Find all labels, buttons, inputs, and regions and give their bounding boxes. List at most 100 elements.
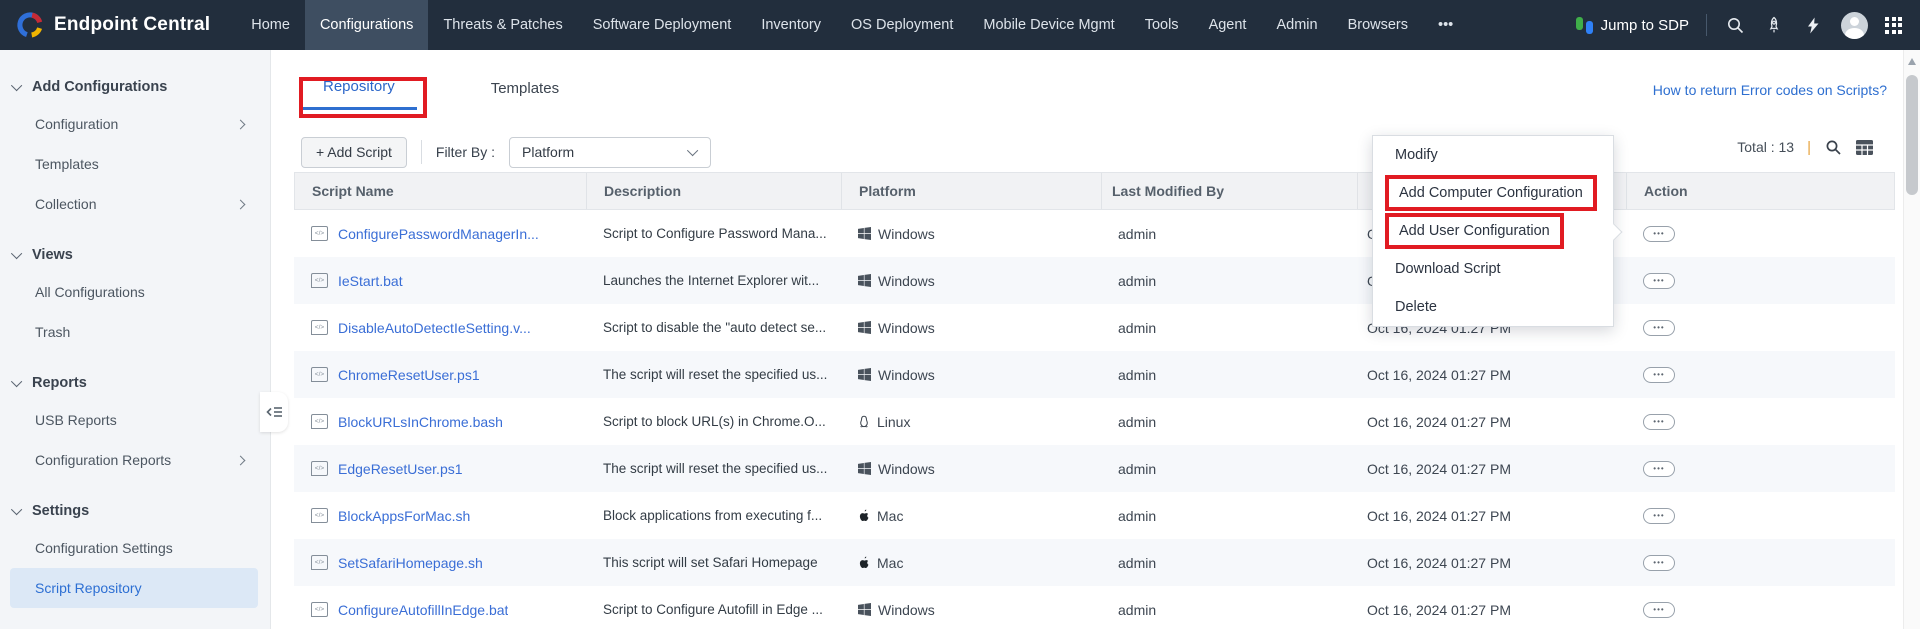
context-menu-item[interactable]: Add User Configuration <box>1373 212 1613 250</box>
user-avatar[interactable] <box>1841 12 1868 39</box>
nav-item[interactable]: ••• <box>1423 0 1468 50</box>
chevron-right-icon <box>236 199 246 209</box>
tab[interactable]: Templates <box>469 66 581 110</box>
nav-item[interactable]: Agent <box>1194 0 1262 50</box>
column-header: Script Name <box>295 173 587 209</box>
table-summary: Total : 13 | <box>1737 138 1873 156</box>
sidebar-item[interactable]: All Configurations <box>10 272 258 312</box>
script-name-link[interactable]: ChromeResetUser.ps1 <box>338 367 480 383</box>
chevron-down-icon <box>11 248 22 259</box>
nav-item[interactable]: Software Deployment <box>578 0 747 50</box>
sidebar-section-header[interactable]: Add Configurations <box>0 70 270 104</box>
apps-grid-icon[interactable] <box>1885 17 1902 34</box>
scrollbar-up-arrow[interactable] <box>1908 58 1916 65</box>
last-modified-by: admin <box>1101 304 1357 351</box>
add-script-button[interactable]: + Add Script <box>301 137 407 168</box>
brand[interactable]: Endpoint Central <box>0 0 236 50</box>
scripts-table: Script Name Description Platform Last Mo… <box>294 172 1895 633</box>
platform-label: Windows <box>878 273 935 289</box>
context-menu-item[interactable]: Add Computer Configuration <box>1373 174 1613 212</box>
script-file-icon <box>311 555 328 570</box>
sdp-icon <box>1576 17 1593 34</box>
sidebar-section-header[interactable]: Views <box>0 238 270 272</box>
sidebar-section: Add Configurations Configuration Templat… <box>0 70 270 224</box>
last-modified-by: admin <box>1101 539 1357 586</box>
script-name-link[interactable]: IeStart.bat <box>338 273 403 289</box>
nav-item[interactable]: Home <box>236 0 305 50</box>
script-file-icon <box>311 602 328 617</box>
search-icon[interactable] <box>1724 14 1746 36</box>
last-modified-on: Oct 16, 2024 01:27 PM <box>1357 398 1626 445</box>
toolbar-divider <box>421 140 422 164</box>
script-name-link[interactable]: DisableAutoDetectIeSetting.v... <box>338 320 531 336</box>
script-name-link[interactable]: BlockURLsInChrome.bash <box>338 414 503 430</box>
row-actions-ellipsis-button[interactable] <box>1643 602 1675 618</box>
row-actions-ellipsis-button[interactable] <box>1643 367 1675 383</box>
script-name-link[interactable]: BlockAppsForMac.sh <box>338 508 470 524</box>
nav-item[interactable]: Configurations <box>305 0 429 50</box>
chevron-right-icon <box>236 455 246 465</box>
script-file-icon <box>311 367 328 382</box>
table-search-icon[interactable] <box>1824 138 1842 156</box>
sidebar-collapse-toggle[interactable] <box>260 392 288 432</box>
nav-item[interactable]: Inventory <box>746 0 836 50</box>
sidebar-item[interactable]: Collection <box>10 184 258 224</box>
last-modified-on: Oct 16, 2024 01:27 PM <box>1357 586 1626 633</box>
row-actions-ellipsis-button[interactable] <box>1643 273 1675 289</box>
total-count-label: Total : 13 <box>1737 139 1794 155</box>
script-description: Script to disable the "auto detect se... <box>586 304 841 351</box>
sidebar-item[interactable]: Configuration Reports <box>10 440 258 480</box>
script-file-icon <box>311 320 328 335</box>
vertical-scrollbar <box>1903 50 1920 629</box>
whats-new-rocket-icon[interactable] <box>1763 14 1785 36</box>
row-actions-ellipsis-button[interactable] <box>1643 508 1675 524</box>
tab[interactable]: Repository <box>301 66 417 110</box>
main-content: Repository Templates How to return Error… <box>270 50 1903 629</box>
sidebar-section-header[interactable]: Settings <box>0 494 270 528</box>
apple-icon <box>858 556 870 570</box>
context-menu-item[interactable]: Modify <box>1373 136 1613 174</box>
sidebar-section: Settings Configuration Settings Script R… <box>0 494 270 608</box>
nav-item[interactable]: Mobile Device Mgmt <box>968 0 1129 50</box>
table-header-row: Script Name Description Platform Last Mo… <box>294 172 1895 210</box>
sidebar-item[interactable]: Configuration <box>10 104 258 144</box>
nav-item[interactable]: Admin <box>1261 0 1332 50</box>
windows-icon <box>858 603 871 616</box>
sidebar-section: Reports USB Reports Configuration Report… <box>0 366 270 480</box>
flash-lightning-icon[interactable] <box>1802 14 1824 36</box>
script-name-link[interactable]: SetSafariHomepage.sh <box>338 555 483 571</box>
column-chooser-icon[interactable] <box>1855 138 1873 156</box>
script-file-icon <box>311 273 328 288</box>
sidebar-item[interactable]: Configuration Settings <box>10 528 258 568</box>
row-actions-ellipsis-button[interactable] <box>1643 226 1675 242</box>
script-name-link[interactable]: ConfigurePasswordManagerIn... <box>338 226 539 242</box>
script-name-link[interactable]: ConfigureAutofillInEdge.bat <box>338 602 508 618</box>
row-actions-ellipsis-button[interactable] <box>1643 461 1675 477</box>
sidebar-item[interactable]: Templates <box>10 144 258 184</box>
jump-to-sdp-button[interactable]: Jump to SDP <box>1576 17 1689 34</box>
nav-item[interactable]: Threats & Patches <box>428 0 577 50</box>
nav-item[interactable]: Browsers <box>1333 0 1423 50</box>
platform-filter-dropdown[interactable]: Platform <box>509 137 711 168</box>
top-navbar: Endpoint Central Home Configurations Thr… <box>0 0 1920 50</box>
sidebar-item[interactable]: Trash <box>10 312 258 352</box>
sidebar-item[interactable]: Script Repository <box>10 568 258 608</box>
table-row: DisableAutoDetectIeSetting.v... Script t… <box>294 304 1895 351</box>
sidebar-section-header[interactable]: Reports <box>0 366 270 400</box>
platform-cell: Linux <box>841 398 1101 445</box>
row-actions-ellipsis-button[interactable] <box>1643 320 1675 336</box>
row-actions-ellipsis-button[interactable] <box>1643 414 1675 430</box>
left-sidebar: Add Configurations Configuration Templat… <box>0 50 270 629</box>
context-menu-item[interactable]: Download Script <box>1373 250 1613 288</box>
nav-item[interactable]: OS Deployment <box>836 0 968 50</box>
row-actions-ellipsis-button[interactable] <box>1643 555 1675 571</box>
endpoint-central-logo-icon <box>16 11 44 39</box>
nav-item[interactable]: Tools <box>1130 0 1194 50</box>
script-name-link[interactable]: EdgeResetUser.ps1 <box>338 461 463 477</box>
context-menu-item[interactable]: Delete <box>1373 288 1613 326</box>
last-modified-by: admin <box>1101 492 1357 539</box>
error-codes-help-link[interactable]: How to return Error codes on Scripts? <box>1653 82 1887 98</box>
scrollbar-thumb[interactable] <box>1906 75 1918 195</box>
sidebar-section: Views All Configurations Trash <box>0 238 270 352</box>
sidebar-item[interactable]: USB Reports <box>10 400 258 440</box>
